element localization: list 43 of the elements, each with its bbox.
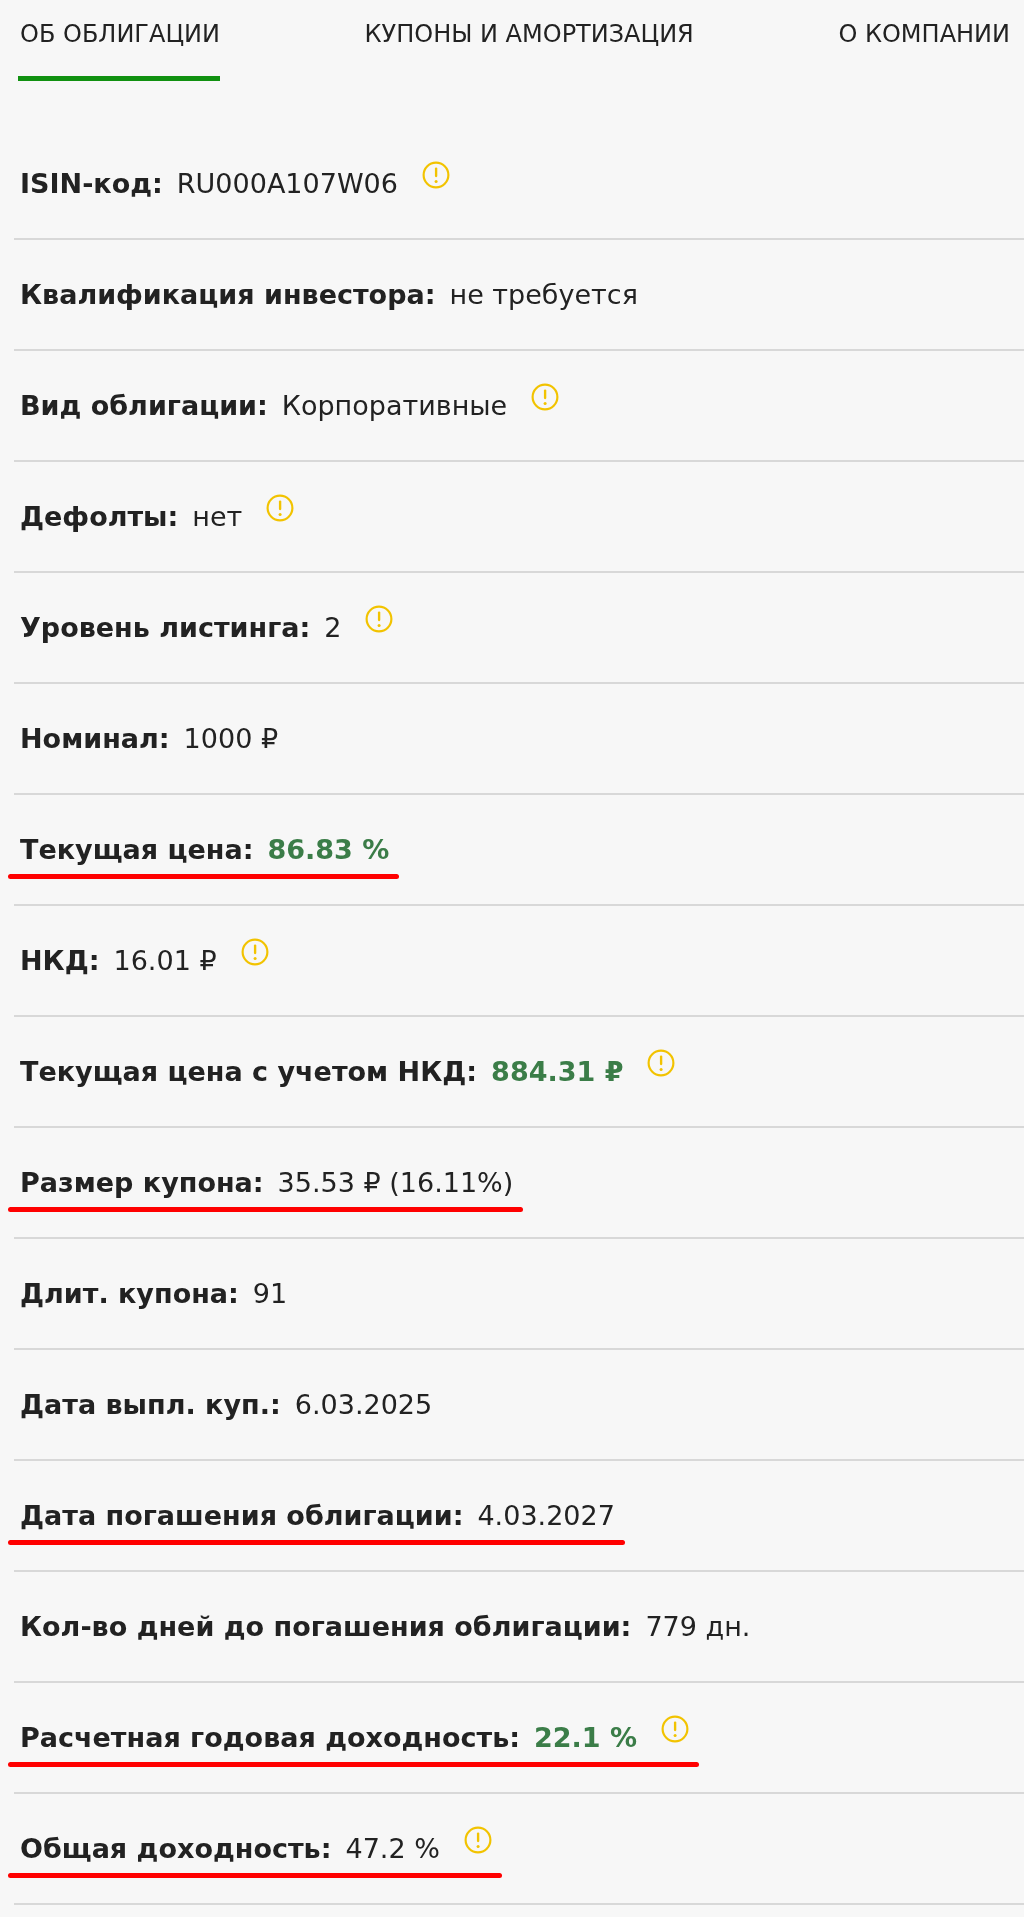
field-label: Текущая цена с учетом НКД: bbox=[20, 1056, 478, 1087]
info-icon[interactable] bbox=[463, 1825, 492, 1854]
info-icon[interactable] bbox=[421, 160, 450, 189]
tab[interactable]: КУПОНЫ И АМОРТИЗАЦИЯ bbox=[364, 0, 694, 100]
field-value: 91 bbox=[252, 1278, 288, 1309]
field-label: Дата выпл. куп.: bbox=[20, 1389, 281, 1420]
info-icon[interactable] bbox=[365, 604, 394, 633]
field-value: 884.31 ₽ bbox=[491, 1056, 624, 1087]
field-label: Текущая цена: bbox=[20, 834, 254, 865]
field-value: Корпоративные bbox=[281, 390, 508, 421]
field-label: Дефолты: bbox=[20, 501, 179, 532]
field-label: Номинал: bbox=[20, 723, 170, 754]
field-value: не требуется bbox=[449, 279, 638, 310]
field-value: 1000 ₽ bbox=[183, 723, 279, 754]
info-icon[interactable] bbox=[661, 1714, 690, 1743]
field-value: 16.01 ₽ bbox=[113, 945, 217, 976]
field-label: Уровень листинга: bbox=[20, 612, 311, 643]
tab[interactable]: О КОМПАНИИ bbox=[838, 0, 1010, 100]
field-value: 779 дн. bbox=[645, 1611, 751, 1642]
field-label: Общая доходность: bbox=[20, 1833, 332, 1864]
field-value: 35.53 ₽ (16.11%) bbox=[277, 1167, 514, 1198]
field-label: Квалификация инвестора: bbox=[20, 279, 436, 310]
field-label: НКД: bbox=[20, 945, 100, 976]
info-icon[interactable] bbox=[240, 937, 269, 966]
field-label: Вид облигации: bbox=[20, 390, 268, 421]
tab[interactable]: ОБ ОБЛИГАЦИИ bbox=[20, 0, 220, 100]
field-label: Длит. купона: bbox=[20, 1278, 239, 1309]
field-label: Расчетная годовая доходность: bbox=[20, 1722, 521, 1753]
field-value: 47.2 % bbox=[345, 1833, 440, 1864]
field-value: RU000A107W06 bbox=[176, 168, 398, 199]
field-value: 4.03.2027 bbox=[477, 1500, 615, 1531]
field-value: 6.03.2025 bbox=[294, 1389, 433, 1420]
field-label: Дата погашения облигации: bbox=[20, 1500, 464, 1531]
info-icon[interactable] bbox=[531, 382, 560, 411]
info-icon[interactable] bbox=[266, 493, 295, 522]
field-value: 22.1 % bbox=[534, 1722, 638, 1753]
field-label: Кол-во дней до погашения облигации: bbox=[20, 1611, 632, 1642]
field-value: нет bbox=[192, 501, 243, 532]
field-value: 86.83 % bbox=[267, 834, 390, 865]
field-value: 2 bbox=[324, 612, 342, 643]
field-label: ISIN-код: bbox=[20, 168, 163, 199]
info-icon[interactable] bbox=[647, 1048, 676, 1077]
field-label: Размер купона: bbox=[20, 1167, 264, 1198]
